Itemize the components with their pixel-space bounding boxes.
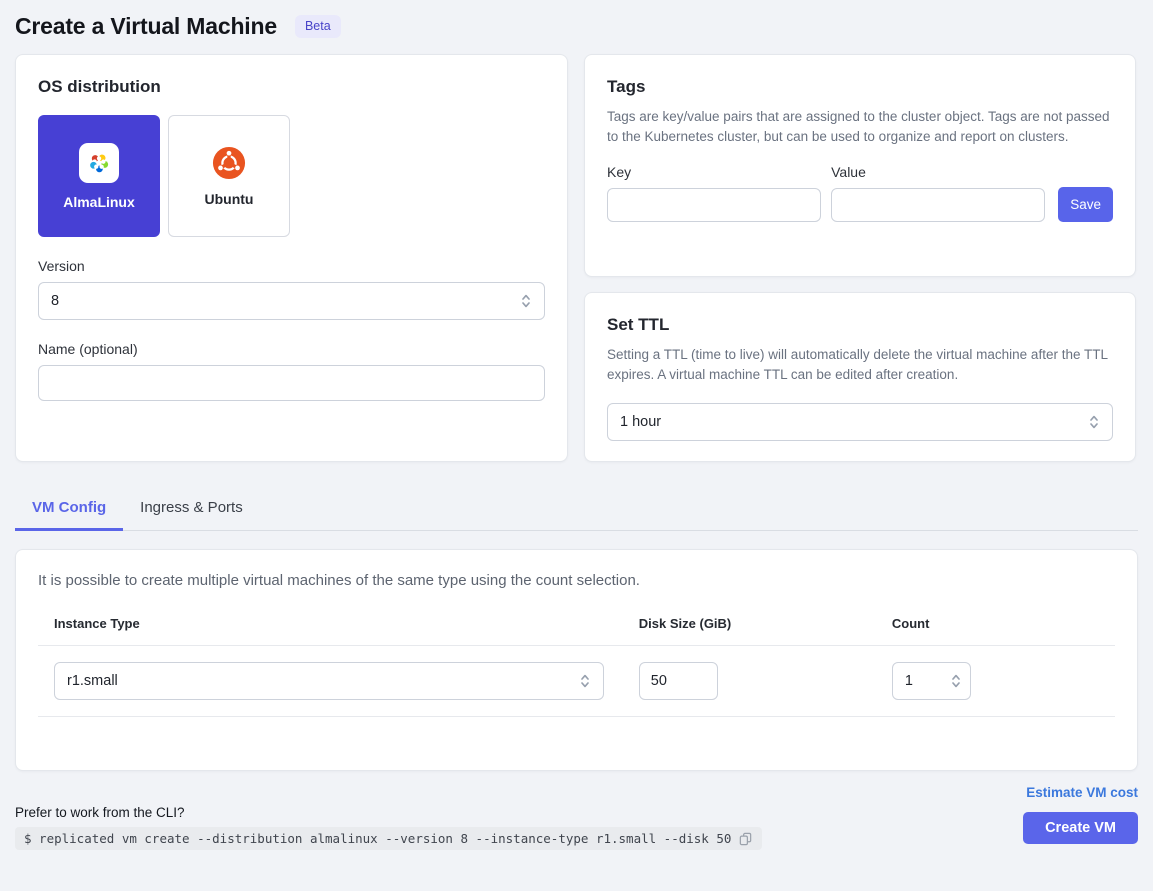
chevron-up-down-icon: [579, 672, 591, 690]
tag-key-input[interactable]: [607, 188, 821, 222]
version-select-value: 8: [51, 293, 59, 309]
ttl-select-value: 1 hour: [620, 414, 661, 430]
save-tag-button[interactable]: Save: [1058, 187, 1113, 222]
distribution-tile-ubuntu[interactable]: Ubuntu: [168, 115, 290, 237]
column-header-count: Count: [876, 616, 1115, 646]
page-header: Create a Virtual Machine Beta: [0, 0, 1153, 52]
distribution-tiles: AlmaLinux: [38, 115, 545, 237]
version-select[interactable]: 8: [38, 282, 545, 320]
tile-label-ubuntu: Ubuntu: [205, 191, 254, 207]
os-distribution-title: OS distribution: [38, 77, 545, 97]
vm-config-card: It is possible to create multiple virtua…: [15, 549, 1138, 771]
count-input[interactable]: [895, 673, 950, 689]
vm-table-row: r1.small: [38, 646, 1115, 717]
top-grid: OS distribution AlmaLinux: [15, 54, 1138, 462]
chevron-up-down-icon[interactable]: [950, 672, 962, 690]
vm-name-label: Name (optional): [38, 341, 545, 357]
set-ttl-title: Set TTL: [607, 315, 1113, 335]
create-vm-button[interactable]: Create VM: [1023, 812, 1138, 844]
tags-card: Tags Tags are key/value pairs that are a…: [584, 54, 1136, 277]
tag-value-label: Value: [831, 164, 1045, 180]
tile-label-almalinux: AlmaLinux: [63, 194, 135, 210]
tags-title: Tags: [607, 77, 1113, 97]
copy-button[interactable]: [738, 831, 753, 846]
estimate-vm-cost-link[interactable]: Estimate VM cost: [1026, 785, 1138, 800]
footer-actions: Estimate VM cost Create VM: [1023, 785, 1138, 850]
cli-prompt-text: Prefer to work from the CLI?: [15, 805, 762, 820]
cli-command-text: $ replicated vm create --distribution al…: [24, 831, 731, 846]
chevron-up-down-icon: [1088, 413, 1100, 431]
tab-bar: VM Config Ingress & Ports: [15, 489, 1138, 531]
copy-icon: [738, 831, 753, 846]
tag-key-label: Key: [607, 164, 821, 180]
column-header-instance-type: Instance Type: [38, 616, 623, 646]
cli-command-block: $ replicated vm create --distribution al…: [15, 827, 762, 850]
vm-table-header-row: Instance Type Disk Size (GiB) Count: [38, 616, 1115, 646]
tag-key-field: Key: [607, 164, 821, 222]
set-ttl-description: Setting a TTL (time to live) will automa…: [607, 345, 1113, 386]
ubuntu-logo-icon: [212, 146, 246, 180]
instance-type-select[interactable]: r1.small: [54, 662, 604, 700]
set-ttl-card: Set TTL Setting a TTL (time to live) wil…: [584, 292, 1136, 462]
tag-value-input[interactable]: [831, 188, 1045, 222]
tags-description: Tags are key/value pairs that are assign…: [607, 107, 1113, 148]
footer: Prefer to work from the CLI? $ replicate…: [15, 785, 1138, 850]
almalinux-logo-icon: [79, 143, 119, 183]
distribution-tile-almalinux[interactable]: AlmaLinux: [38, 115, 160, 237]
tags-form: Key Value Save: [607, 164, 1113, 222]
count-stepper[interactable]: [892, 662, 971, 700]
chevron-up-down-icon: [520, 292, 532, 310]
cli-section: Prefer to work from the CLI? $ replicate…: [15, 805, 762, 850]
page-title: Create a Virtual Machine: [15, 13, 277, 40]
vm-name-input[interactable]: [38, 365, 545, 401]
vm-table: Instance Type Disk Size (GiB) Count r1.s…: [38, 616, 1115, 717]
beta-badge: Beta: [295, 15, 341, 38]
column-header-disk-size: Disk Size (GiB): [623, 616, 876, 646]
instance-type-value: r1.small: [67, 673, 118, 689]
tag-value-field: Value: [831, 164, 1045, 222]
disk-size-input[interactable]: [639, 662, 718, 700]
os-distribution-card: OS distribution AlmaLinux: [15, 54, 568, 462]
tab-ingress-ports[interactable]: Ingress & Ports: [123, 489, 260, 531]
version-label: Version: [38, 258, 545, 274]
tab-vm-config[interactable]: VM Config: [15, 489, 123, 531]
right-column: Tags Tags are key/value pairs that are a…: [584, 54, 1136, 462]
ttl-select[interactable]: 1 hour: [607, 403, 1113, 441]
vm-config-hint: It is possible to create multiple virtua…: [38, 572, 1115, 589]
